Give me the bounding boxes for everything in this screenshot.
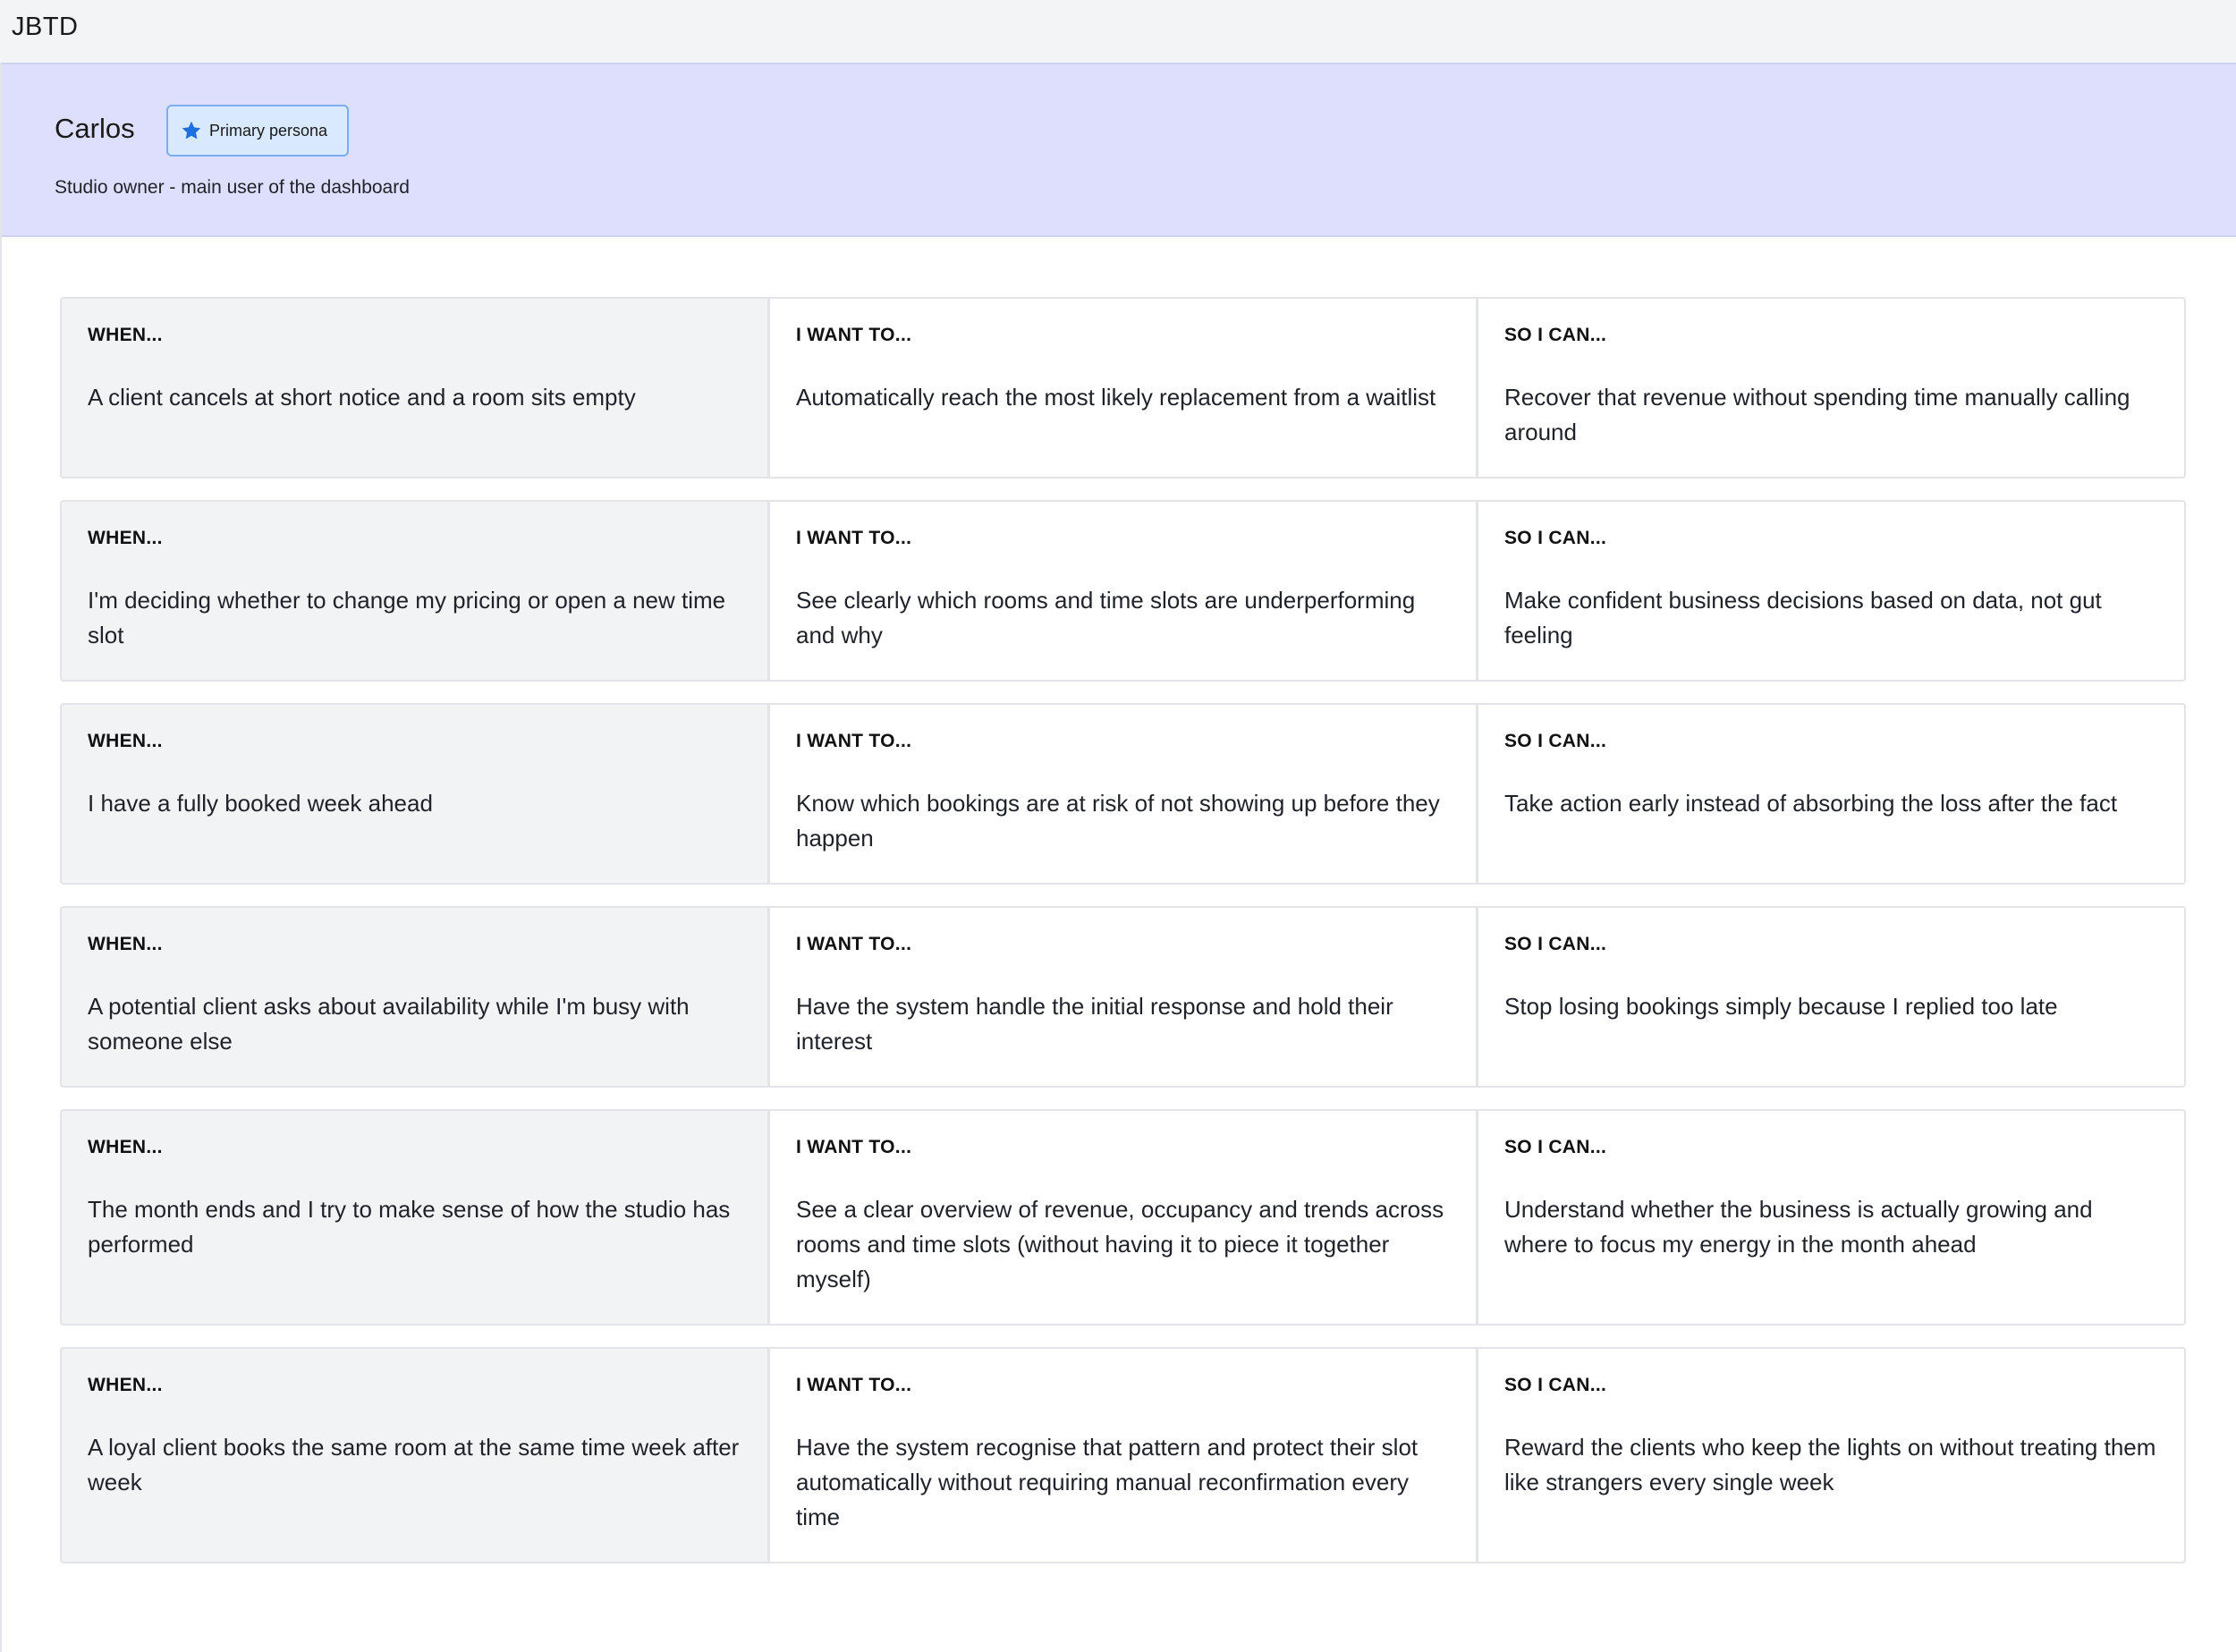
when-cell: WHEN... A client cancels at short notice… (60, 297, 769, 479)
persona-name: Carlos (55, 113, 135, 144)
app-header: JBTD (0, 0, 2236, 63)
so-text: Reward the clients who keep the lights o… (1504, 1434, 2156, 1495)
so-label: SO I CAN... (1504, 528, 1607, 548)
want-label: I WANT TO... (796, 1375, 912, 1395)
want-label: I WANT TO... (796, 528, 912, 548)
job-story-row: WHEN... The month ends and I try to make… (60, 1109, 2189, 1326)
want-text: Have the system recognise that pattern a… (796, 1434, 1419, 1530)
job-stories-list: WHEN... A client cancels at short notice… (60, 297, 2189, 1585)
want-text: See a clear overview of revenue, occupan… (796, 1196, 1444, 1292)
persona-badge-label: Primary persona (209, 121, 328, 140)
job-story-row: WHEN... I have a fully booked week ahead… (60, 703, 2189, 885)
want-cell: I WANT TO... Have the system recognise t… (768, 1347, 1478, 1563)
want-cell: I WANT TO... Have the system handle the … (768, 906, 1478, 1088)
so-text: Understand whether the business is actua… (1504, 1196, 2093, 1258)
so-cell: SO I CAN... Take action early instead of… (1477, 703, 2186, 885)
so-label: SO I CAN... (1504, 1375, 1607, 1395)
so-label: SO I CAN... (1504, 1137, 1607, 1157)
want-label: I WANT TO... (796, 934, 912, 954)
primary-persona-badge: Primary persona (166, 105, 349, 157)
when-label: WHEN... (88, 731, 163, 751)
persona-board: Carlos Primary persona Studio owner - ma… (0, 63, 2236, 1652)
when-cell: WHEN... I'm deciding whether to change m… (60, 500, 769, 682)
when-label: WHEN... (88, 934, 163, 954)
so-label: SO I CAN... (1504, 731, 1607, 751)
when-text: A client cancels at short notice and a r… (88, 384, 636, 411)
job-story-row: WHEN... I'm deciding whether to change m… (60, 500, 2189, 682)
persona-description: Studio owner - main user of the dashboar… (55, 177, 410, 198)
persona-banner: Carlos Primary persona Studio owner - ma… (2, 63, 2236, 237)
job-story-row: WHEN... A client cancels at short notice… (60, 297, 2189, 479)
want-cell: I WANT TO... Know which bookings are at … (768, 703, 1478, 885)
want-cell: I WANT TO... See a clear overview of rev… (768, 1109, 1478, 1326)
so-text: Take action early instead of absorbing t… (1504, 790, 2118, 817)
when-text: I'm deciding whether to change my pricin… (88, 587, 726, 648)
when-cell: WHEN... A potential client asks about av… (60, 906, 769, 1088)
when-label: WHEN... (88, 528, 163, 548)
job-story-row: WHEN... A loyal client books the same ro… (60, 1347, 2189, 1563)
when-cell: WHEN... I have a fully booked week ahead (60, 703, 769, 885)
when-cell: WHEN... A loyal client books the same ro… (60, 1347, 769, 1563)
when-text: A potential client asks about availabili… (88, 993, 690, 1055)
want-cell: I WANT TO... Automatically reach the mos… (768, 297, 1478, 479)
want-text: Automatically reach the most likely repl… (796, 384, 1436, 411)
when-text: The month ends and I try to make sense o… (88, 1196, 731, 1258)
want-text: Know which bookings are at risk of not s… (796, 790, 1440, 851)
so-text: Recover that revenue without spending ti… (1504, 384, 2130, 445)
job-story-row: WHEN... A potential client asks about av… (60, 906, 2189, 1088)
want-text: Have the system handle the initial respo… (796, 993, 1393, 1055)
so-cell: SO I CAN... Stop losing bookings simply … (1477, 906, 2186, 1088)
when-text: I have a fully booked week ahead (88, 790, 433, 817)
so-cell: SO I CAN... Reward the clients who keep … (1477, 1347, 2186, 1563)
when-label: WHEN... (88, 325, 163, 345)
so-label: SO I CAN... (1504, 325, 1607, 345)
so-text: Make confident business decisions based … (1504, 587, 2102, 648)
so-cell: SO I CAN... Understand whether the busin… (1477, 1109, 2186, 1326)
when-text: A loyal client books the same room at th… (88, 1434, 740, 1495)
want-text: See clearly which rooms and time slots a… (796, 587, 1416, 648)
when-label: WHEN... (88, 1137, 163, 1157)
so-label: SO I CAN... (1504, 934, 1607, 954)
want-label: I WANT TO... (796, 1137, 912, 1157)
want-label: I WANT TO... (796, 731, 912, 751)
so-text: Stop losing bookings simply because I re… (1504, 993, 2058, 1020)
so-cell: SO I CAN... Recover that revenue without… (1477, 297, 2186, 479)
want-label: I WANT TO... (796, 325, 912, 345)
app-title: JBTD (12, 13, 79, 41)
star-icon (182, 121, 201, 140)
so-cell: SO I CAN... Make confident business deci… (1477, 500, 2186, 682)
when-cell: WHEN... The month ends and I try to make… (60, 1109, 769, 1326)
want-cell: I WANT TO... See clearly which rooms and… (768, 500, 1478, 682)
when-label: WHEN... (88, 1375, 163, 1395)
